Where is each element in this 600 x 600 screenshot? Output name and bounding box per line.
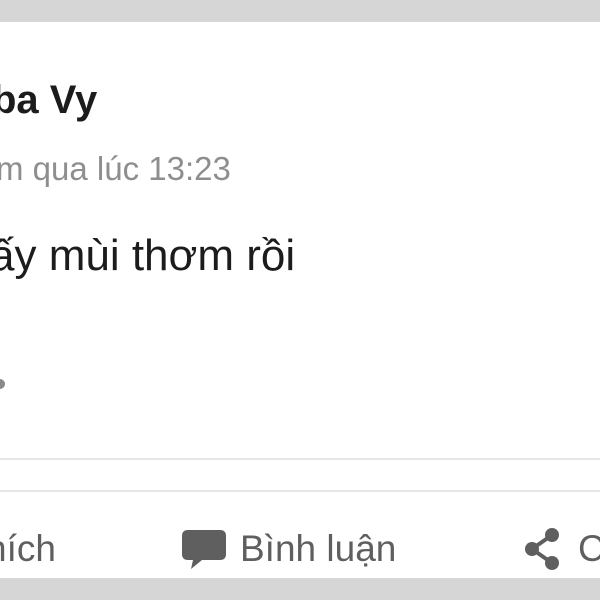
like-button-label: hích bbox=[0, 528, 56, 569]
clipped-reaction-dot bbox=[0, 379, 5, 389]
post-body-text: ấy mùi thơm rồi bbox=[0, 231, 296, 280]
comment-button-label: Bình luận bbox=[240, 528, 397, 569]
speech-bubble-icon bbox=[180, 528, 228, 570]
feed-separator-bottom bbox=[0, 578, 600, 600]
comment-button[interactable]: Bình luận bbox=[180, 527, 396, 571]
post-author-name[interactable]: ba Vy bbox=[0, 80, 97, 120]
like-button[interactable]: hích bbox=[0, 527, 56, 571]
share-button-label: C bbox=[578, 528, 600, 569]
share-button[interactable]: C bbox=[522, 527, 600, 571]
share-icon bbox=[522, 527, 562, 571]
divider bbox=[0, 490, 600, 492]
post-timestamp[interactable]: m qua lúc 13:23 bbox=[0, 152, 231, 185]
feed-separator-top bbox=[0, 0, 600, 22]
divider bbox=[0, 458, 600, 460]
post-card: ba Vy m qua lúc 13:23 ấy mùi thơm rồi hí… bbox=[0, 22, 600, 578]
